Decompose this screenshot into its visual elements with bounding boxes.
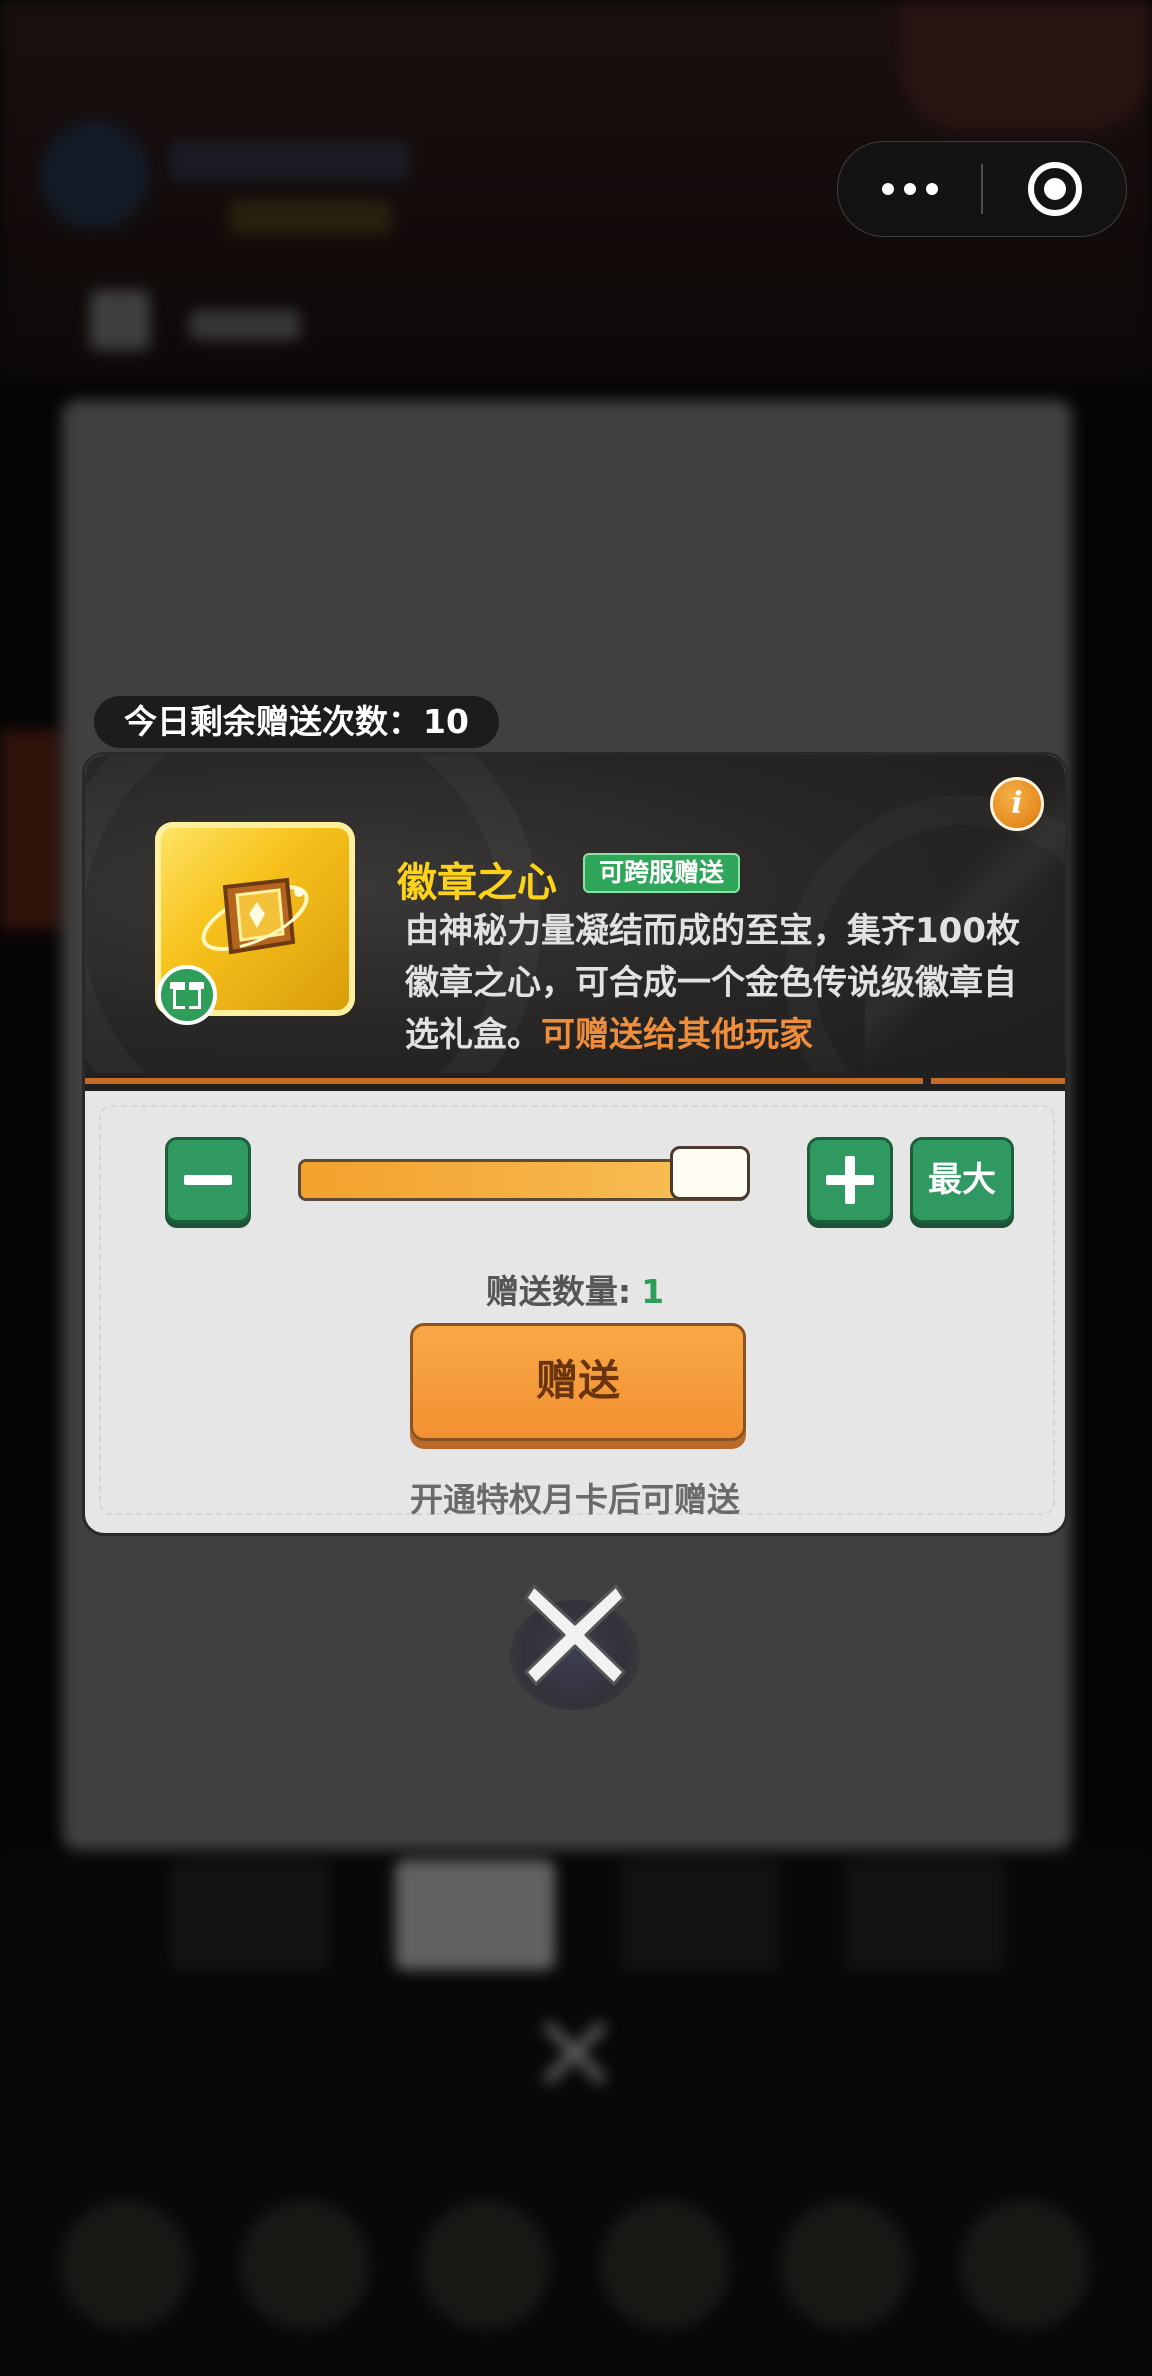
privilege-hint: 开通特权月卡后可赠送	[410, 1480, 740, 1519]
quantity-display: 赠送数量: 1	[85, 1265, 1065, 1313]
give-button-label: 赠送	[535, 1356, 620, 1405]
plus-button[interactable]	[807, 1137, 893, 1223]
capsule-divider	[981, 164, 983, 214]
slider-thumb[interactable]	[670, 1146, 750, 1200]
remaining-gifts-value: 10	[423, 702, 469, 741]
header-divider-accent	[931, 1078, 1065, 1084]
close-x-icon[interactable]	[500, 1570, 650, 1720]
quantity-value: 1	[641, 1272, 665, 1311]
info-icon[interactable]: i	[990, 777, 1044, 831]
header-divider	[85, 1073, 1065, 1091]
more-dots-icon[interactable]	[838, 142, 982, 236]
remaining-gifts-text: 今日剩余赠送次数：	[124, 702, 421, 741]
item-name: 徽章之心	[397, 860, 557, 906]
max-button[interactable]: 最大	[910, 1137, 1014, 1223]
quantity-label: 赠送数量:	[485, 1272, 632, 1311]
remaining-gifts-label: 今日剩余赠送次数：10	[94, 696, 499, 748]
item-description-highlight: 可赠送给其他玩家	[541, 1015, 813, 1055]
target-circle-icon[interactable]	[1028, 162, 1082, 216]
miniprogram-capsule	[837, 141, 1127, 237]
give-button[interactable]: 赠送	[410, 1323, 746, 1441]
gift-icon	[157, 965, 217, 1025]
gift-modal: i 徽章之心 可跨服赠送 由神秘力量凝结而成的至宝，集齐100枚徽章之心，可合成…	[82, 752, 1068, 1536]
item-info-header: i 徽章之心 可跨服赠送 由神秘力量凝结而成的至宝，集齐100枚徽章之心，可合成…	[85, 755, 1065, 1091]
minus-icon	[184, 1175, 232, 1185]
minus-button[interactable]	[165, 1137, 251, 1223]
cross-server-badge: 可跨服赠送	[583, 853, 741, 893]
item-description: 由神秘力量凝结而成的至宝，集齐100枚徽章之心，可合成一个金色传说级徽章自选礼盒…	[405, 905, 1025, 1061]
